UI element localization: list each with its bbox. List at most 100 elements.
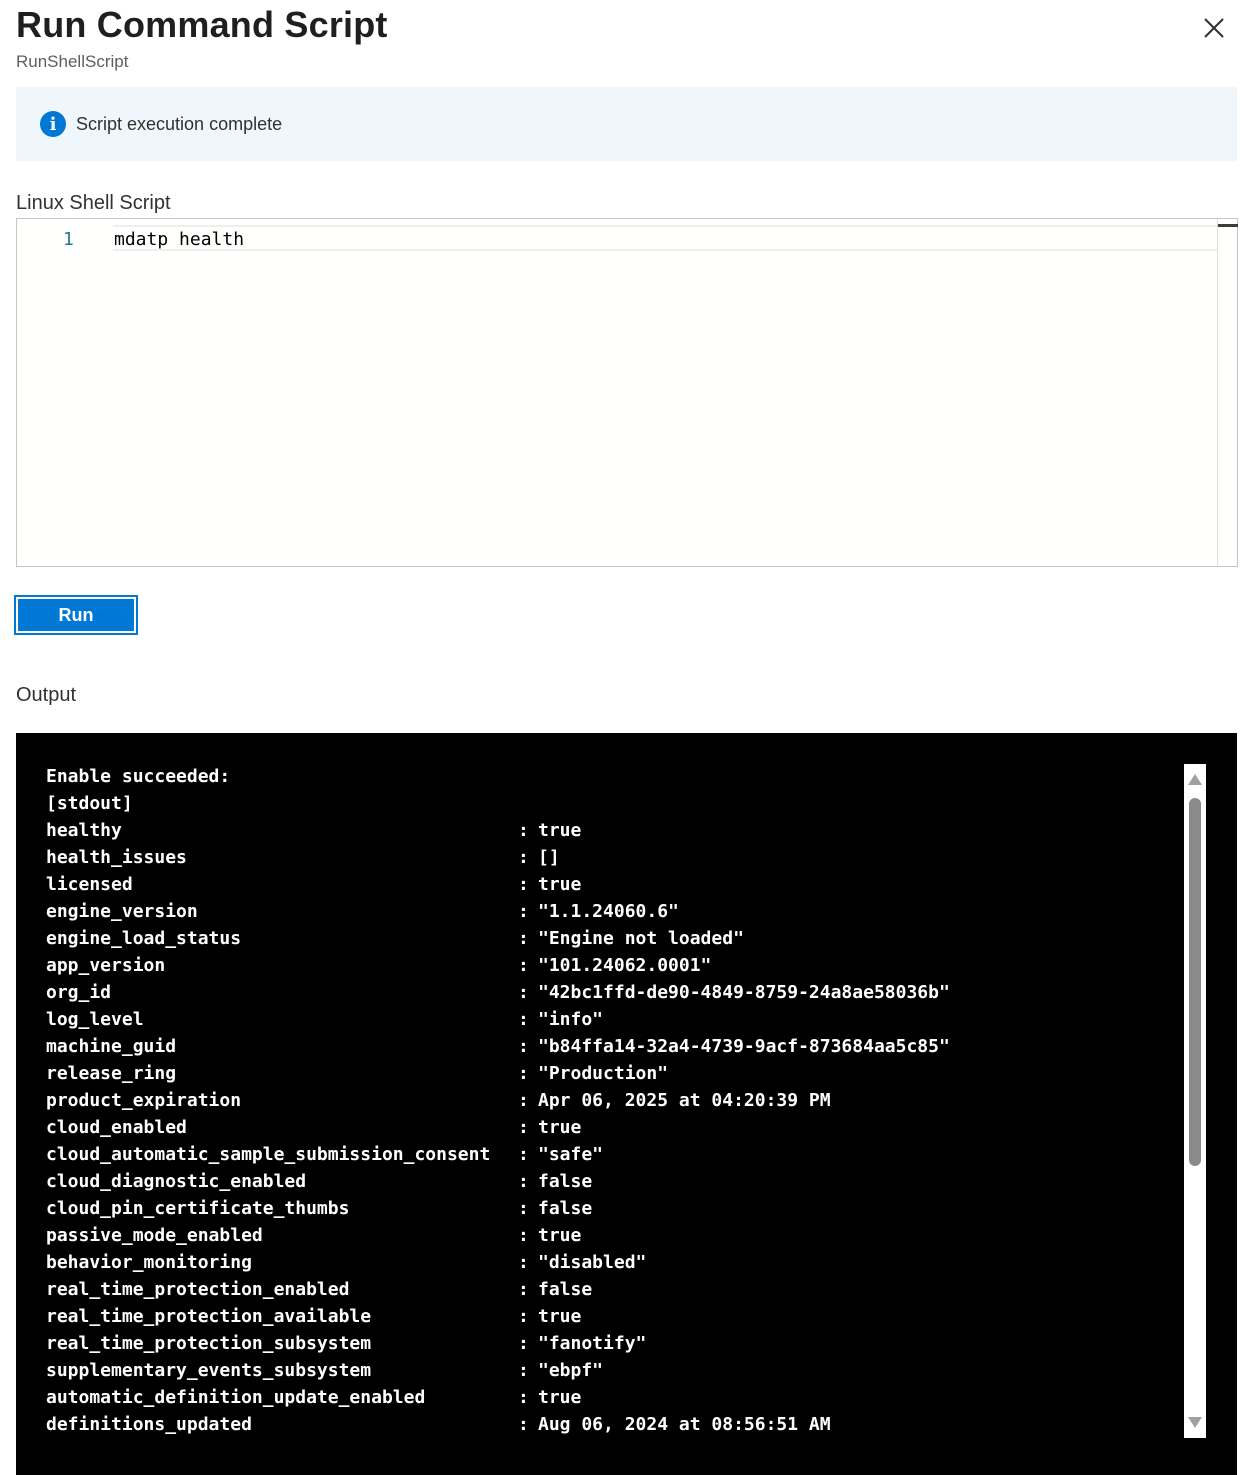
output-key: log_level bbox=[46, 1009, 144, 1030]
output-row: passive_mode_enabled: true bbox=[46, 1222, 950, 1249]
output-row: real_time_protection_available: true bbox=[46, 1303, 950, 1330]
output-separator: : bbox=[518, 1333, 529, 1354]
output-separator: : bbox=[518, 1063, 529, 1084]
current-line-highlight bbox=[113, 225, 1217, 251]
output-separator: : bbox=[518, 874, 529, 895]
output-row: automatic_definition_update_enabled: true bbox=[46, 1384, 950, 1411]
scroll-down-arrow-icon[interactable] bbox=[1188, 1417, 1202, 1428]
output-value: "b84ffa14-32a4-4739-9acf-873684aa5c85" bbox=[538, 1036, 950, 1057]
info-message-bar: i Script execution complete bbox=[16, 87, 1237, 161]
output-value: Apr 06, 2025 at 04:20:39 PM bbox=[538, 1090, 831, 1111]
output-separator: : bbox=[518, 1144, 529, 1165]
output-value: true bbox=[538, 874, 582, 895]
output-value: "Production" bbox=[538, 1063, 669, 1084]
output-console: Enable succeeded: [stdout] healthy: true hea… bbox=[16, 733, 1237, 1475]
output-key: engine_load_status bbox=[46, 928, 242, 949]
info-message-text: Script execution complete bbox=[76, 113, 283, 134]
output-separator: : bbox=[518, 1279, 529, 1300]
output-row: engine_load_status: "Engine not loaded" bbox=[46, 925, 950, 952]
output-key: healthy bbox=[46, 820, 122, 841]
output-separator: : bbox=[518, 982, 529, 1003]
output-value: true bbox=[538, 1117, 582, 1138]
output-row: health_issues: [] bbox=[46, 844, 950, 871]
output-separator: : bbox=[518, 955, 529, 976]
output-separator: : bbox=[518, 1360, 529, 1381]
output-value: false bbox=[538, 1198, 593, 1219]
output-separator: : bbox=[518, 1414, 529, 1435]
output-key: real_time_protection_subsystem bbox=[46, 1333, 372, 1354]
output-value: "1.1.24060.6" bbox=[538, 901, 679, 922]
output-row: engine_version: "1.1.24060.6" bbox=[46, 898, 950, 925]
output-row: healthy: true bbox=[46, 817, 950, 844]
output-separator: : bbox=[518, 1387, 529, 1408]
output-value: "ebpf" bbox=[538, 1360, 604, 1381]
output-key: supplementary_events_subsystem bbox=[46, 1360, 372, 1381]
output-separator: : bbox=[518, 1036, 529, 1057]
output-value: "101.24062.0001" bbox=[538, 955, 712, 976]
output-row: licensed: true bbox=[46, 871, 950, 898]
output-value: "Engine not loaded" bbox=[538, 928, 744, 949]
output-separator: : bbox=[518, 1009, 529, 1030]
console-scrollbar[interactable] bbox=[1184, 764, 1206, 1438]
output-key: engine_version bbox=[46, 901, 198, 922]
output-value: "safe" bbox=[538, 1144, 604, 1165]
script-editor[interactable]: 1 mdatp health bbox=[16, 218, 1238, 567]
output-separator: : bbox=[518, 847, 529, 868]
output-key: passive_mode_enabled bbox=[46, 1225, 263, 1246]
output-row: definitions_updated: Aug 06, 2024 at 08:5… bbox=[46, 1411, 950, 1438]
output-row: real_time_protection_subsystem: "fanotify… bbox=[46, 1330, 950, 1357]
output-separator: : bbox=[518, 1306, 529, 1327]
output-key: cloud_diagnostic_enabled bbox=[46, 1171, 307, 1192]
code-line[interactable]: mdatp health bbox=[114, 229, 244, 250]
info-icon: i bbox=[40, 111, 66, 137]
output-row: behavior_monitoring: "disabled" bbox=[46, 1249, 950, 1276]
output-row: release_ring: "Production" bbox=[46, 1060, 950, 1087]
output-key: real_time_protection_enabled bbox=[46, 1279, 350, 1300]
output-row: org_id: "42bc1ffd-de90-4849-8759-24a8ae58… bbox=[46, 979, 950, 1006]
output-value: true bbox=[538, 820, 582, 841]
output-row: log_level: "info" bbox=[46, 1006, 950, 1033]
overview-ruler bbox=[1217, 219, 1218, 566]
output-value: false bbox=[538, 1171, 593, 1192]
scrollbar-thumb[interactable] bbox=[1189, 798, 1201, 1166]
output-row: cloud_enabled: true bbox=[46, 1114, 950, 1141]
output-value: true bbox=[538, 1225, 582, 1246]
output-header-line: [stdout] bbox=[46, 793, 133, 814]
line-number: 1 bbox=[63, 229, 74, 250]
cursor-position-marker bbox=[1218, 224, 1238, 227]
output-value: Aug 06, 2024 at 08:56:51 AM bbox=[538, 1414, 831, 1435]
output-separator: : bbox=[518, 1117, 529, 1138]
output-row: cloud_diagnostic_enabled: false bbox=[46, 1168, 950, 1195]
output-separator: : bbox=[518, 1225, 529, 1246]
output-value: "fanotify" bbox=[538, 1333, 647, 1354]
output-key: cloud_pin_certificate_thumbs bbox=[46, 1198, 350, 1219]
output-key: definitions_updated bbox=[46, 1414, 252, 1435]
output-value: "42bc1ffd-de90-4849-8759-24a8ae58036b" bbox=[538, 982, 950, 1003]
output-key: real_time_protection_available bbox=[46, 1306, 372, 1327]
output-row: cloud_pin_certificate_thumbs: false bbox=[46, 1195, 950, 1222]
output-separator: : bbox=[518, 1198, 529, 1219]
output-key: app_version bbox=[46, 955, 166, 976]
output-value: [] bbox=[538, 847, 560, 868]
output-value: true bbox=[538, 1387, 582, 1408]
output-label: Output bbox=[16, 684, 77, 706]
output-key: behavior_monitoring bbox=[46, 1252, 252, 1273]
close-button[interactable] bbox=[1198, 12, 1230, 44]
scroll-up-arrow-icon[interactable] bbox=[1188, 774, 1202, 785]
output-value: "disabled" bbox=[538, 1252, 647, 1273]
output-value: "info" bbox=[538, 1009, 604, 1030]
output-separator: : bbox=[518, 1252, 529, 1273]
run-button[interactable]: Run bbox=[14, 595, 138, 635]
script-label: Linux Shell Script bbox=[16, 192, 171, 214]
output-row: app_version: "101.24062.0001" bbox=[46, 952, 950, 979]
output-key: release_ring bbox=[46, 1063, 177, 1084]
output-separator: : bbox=[518, 901, 529, 922]
output-row: machine_guid: "b84ffa14-32a4-4739-9acf-87… bbox=[46, 1033, 950, 1060]
output-row: supplementary_events_subsystem: "ebpf" bbox=[46, 1357, 950, 1384]
output-key: automatic_definition_update_enabled bbox=[46, 1387, 426, 1408]
output-text: Enable succeeded: [stdout] healthy: true hea… bbox=[46, 763, 950, 1438]
output-row: cloud_automatic_sample_submission_consen… bbox=[46, 1141, 950, 1168]
output-key: machine_guid bbox=[46, 1036, 177, 1057]
output-key: org_id bbox=[46, 982, 112, 1003]
output-value: true bbox=[538, 1306, 582, 1327]
